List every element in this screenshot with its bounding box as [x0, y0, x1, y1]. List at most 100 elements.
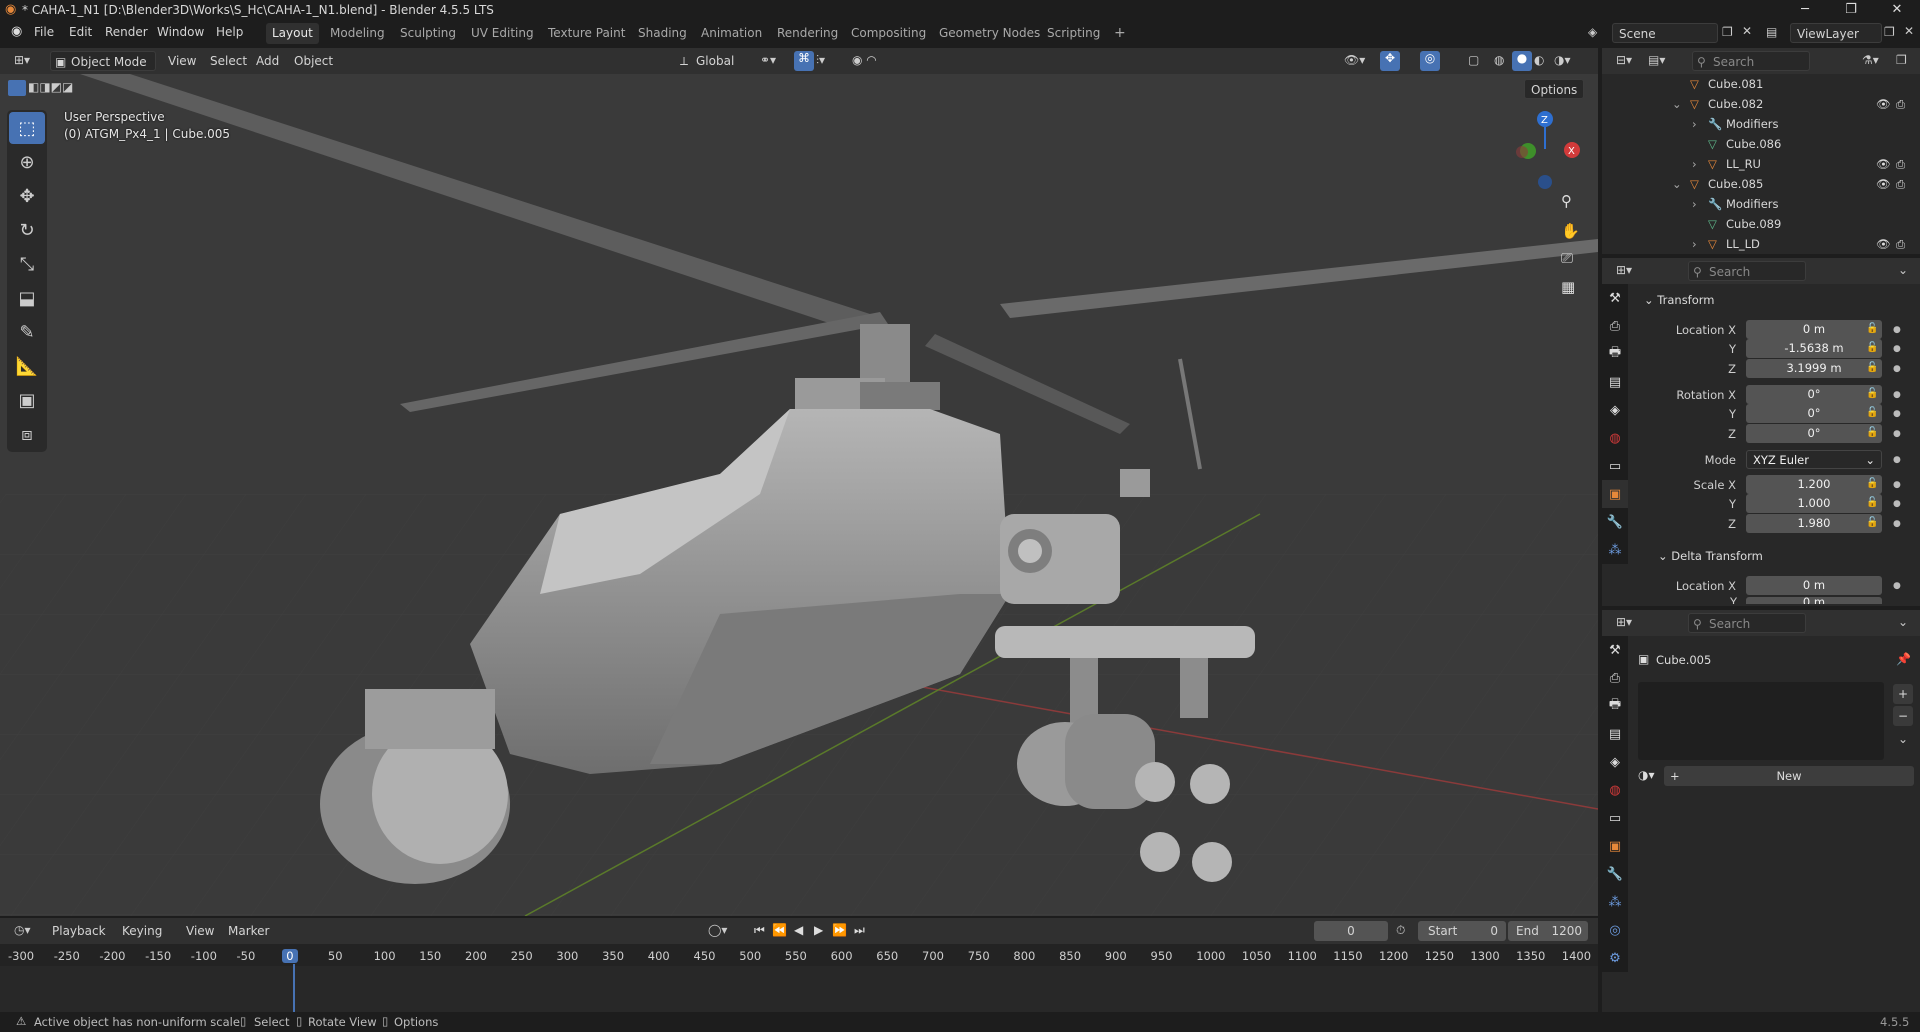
display-mode-icon[interactable]: ▤▾ — [1648, 53, 1665, 67]
view-layer-tab-icon[interactable]: ▤ — [1602, 368, 1628, 396]
scale-z-field[interactable]: 1.980 — [1746, 514, 1882, 533]
scene-new-icon[interactable]: ❐ — [1722, 25, 1733, 39]
scene-tab-icon[interactable]: ◈ — [1602, 748, 1628, 776]
scale-tool-icon[interactable]: ⤡ — [9, 248, 45, 280]
rotation-y-field[interactable]: 0° — [1746, 404, 1882, 423]
add-mesh-tool-icon[interactable]: ⧈ — [9, 418, 45, 450]
tool-tab-icon[interactable]: ⚒ — [1602, 636, 1628, 664]
visibility-eye-icon[interactable]: 👁 — [1876, 157, 1891, 171]
pin-icon[interactable]: 📌 — [1896, 652, 1911, 666]
current-frame-field[interactable]: 0 — [1314, 921, 1388, 941]
output-tab-icon[interactable]: 🖶 — [1602, 340, 1628, 368]
output-tab-icon[interactable]: 🖶 — [1602, 692, 1628, 720]
workspace-tab-layout[interactable]: Layout — [266, 23, 319, 44]
zoom-icon[interactable]: ⚲ — [1561, 192, 1572, 210]
expand-icon[interactable]: ⌄ — [1672, 177, 1682, 191]
keyframe-dot-icon[interactable]: ● — [1893, 499, 1901, 509]
view-layer-new-icon[interactable]: ❐ — [1884, 25, 1895, 39]
keyframe-dot-icon[interactable]: ● — [1893, 325, 1901, 335]
new-material-button[interactable]: + New — [1664, 766, 1914, 786]
shading-material-icon[interactable]: ◐ — [1534, 53, 1544, 67]
rotate-tool-icon[interactable]: ↻ — [9, 214, 45, 246]
timeline-area[interactable]: -300 -250 -200 -150 -100 -50 0 50 100 150 200 250 30… — [0, 944, 1598, 1012]
remove-slot-button[interactable]: − — [1893, 706, 1913, 726]
workspace-tab-shading[interactable]: Shading — [632, 23, 693, 44]
delta-location-x-field[interactable]: 0 m — [1746, 576, 1882, 595]
object-tab-icon[interactable]: ▣ — [1602, 480, 1628, 508]
particles-tab-icon[interactable]: ⁂ — [1602, 536, 1628, 564]
outliner-row[interactable]: ▽ Cube.089 — [1602, 214, 1920, 234]
scale-x-field[interactable]: 1.200 — [1746, 475, 1882, 494]
physics-tab-icon[interactable]: ◎ — [1602, 916, 1628, 944]
lock-icon[interactable]: 🔓 — [1866, 323, 1878, 334]
keyframe-dot-icon[interactable]: ● — [1893, 455, 1901, 465]
transform-orientation-dropdown[interactable]: ⟂ Global — [678, 51, 750, 71]
lock-icon[interactable]: 🔓 — [1866, 388, 1878, 399]
rotation-z-field[interactable]: 0° — [1746, 424, 1882, 443]
start-frame-field[interactable]: Start 0 — [1418, 921, 1506, 941]
outliner-row[interactable]: ⌄ ▽ Cube.085 👁 ⎙ — [1602, 174, 1920, 194]
lock-icon[interactable]: 🔓 — [1866, 517, 1878, 528]
filter-icon[interactable]: ⚗▾ — [1862, 53, 1879, 67]
workspace-tab-scripting[interactable]: Scripting — [1041, 23, 1106, 44]
world-tab-icon[interactable]: ◍ — [1602, 776, 1628, 804]
world-tab-icon[interactable]: ◍ — [1602, 424, 1628, 452]
menu-window[interactable]: Window — [157, 25, 204, 39]
viewport-menu-view[interactable]: View — [168, 51, 196, 71]
workspace-tab-rendering[interactable]: Rendering — [771, 23, 844, 44]
new-collection-icon[interactable]: ❐ — [1896, 53, 1907, 67]
rotation-x-field[interactable]: 0° — [1746, 385, 1882, 404]
xray-icon[interactable]: ▢ — [1468, 53, 1479, 67]
visibility-eye-icon[interactable]: 👁 — [1876, 97, 1891, 111]
visibility-eye-icon[interactable]: 👁 — [1876, 177, 1891, 191]
end-frame-field[interactable]: End 1200 — [1508, 921, 1588, 941]
outliner-row[interactable]: ⌄ ▽ Cube.082 👁 ⎙ — [1602, 94, 1920, 114]
add-slot-button[interactable]: + — [1893, 684, 1913, 704]
delta-transform-section-title[interactable]: ⌄ Delta Transform — [1658, 549, 1763, 563]
scene-tab-icon[interactable]: ◈ — [1602, 396, 1628, 424]
collection-tab-icon[interactable]: ▭ — [1602, 452, 1628, 480]
object-tab-icon[interactable]: ▣ — [1602, 832, 1628, 860]
render-camera-icon[interactable]: ⎙ — [1896, 237, 1905, 252]
keyframe-dot-icon[interactable]: ● — [1893, 364, 1901, 374]
view-layer-tab-icon[interactable]: ▤ — [1602, 720, 1628, 748]
outliner-row[interactable]: › 🔧 Modifiers — [1602, 194, 1920, 214]
add-cube-tool-icon[interactable]: ▣ — [9, 384, 45, 416]
maximize-button[interactable]: ❐ — [1828, 0, 1874, 20]
collection-tab-icon[interactable]: ▭ — [1602, 804, 1628, 832]
location-z-field[interactable]: 3.1999 m — [1746, 359, 1882, 378]
scene-remove-icon[interactable]: ✕ — [1742, 24, 1752, 38]
rotation-mode-dropdown[interactable]: XYZ Euler ⌄ — [1746, 450, 1882, 469]
cursor-tool-icon[interactable]: ⊕ — [9, 146, 45, 178]
select-extend-icon[interactable]: ◧◨◩◪ — [28, 80, 73, 94]
timeline-menu-playback[interactable]: Playback — [52, 921, 106, 941]
play-icon[interactable]: ▶ — [814, 923, 823, 937]
render-tab-icon[interactable]: ⎙ — [1602, 664, 1628, 692]
ortho-grid-icon[interactable]: ▦ — [1561, 278, 1575, 296]
properties-editor-icon[interactable]: ⊞▾ — [1616, 615, 1632, 629]
lock-icon[interactable]: 🔓 — [1866, 407, 1878, 418]
workspace-tab-modeling[interactable]: Modeling — [324, 23, 391, 44]
timeline-menu-keying[interactable]: Keying — [122, 921, 162, 941]
transform-tool-icon[interactable]: ⬓ — [9, 282, 45, 314]
editor-type-icon[interactable]: ⊞▾ — [14, 53, 30, 67]
slot-menu-chevron-icon[interactable]: ⌄ — [1898, 732, 1908, 746]
annotate-tool-icon[interactable]: ✎ — [9, 316, 45, 348]
modifier-tab-icon[interactable]: 🔧 — [1602, 508, 1628, 536]
play-reverse-icon[interactable]: ◀ — [794, 923, 803, 937]
timeline-menu-view[interactable]: View — [186, 921, 214, 941]
material-slot-list[interactable] — [1638, 682, 1884, 760]
blender-menu-icon[interactable]: ◉ — [11, 24, 22, 39]
properties-search[interactable]: ⚲ Search — [1688, 261, 1806, 281]
jump-end-icon[interactable]: ⏭ — [854, 923, 865, 938]
render-camera-icon[interactable]: ⎙ — [1896, 157, 1905, 172]
workspace-tab-animation[interactable]: Animation — [695, 23, 768, 44]
prev-keyframe-icon[interactable]: ⏪ — [772, 923, 787, 937]
jump-start-icon[interactable]: ⏮ — [754, 923, 765, 938]
expand-icon[interactable]: › — [1692, 117, 1697, 131]
delta-location-y-field[interactable]: 0 m — [1746, 597, 1882, 604]
view-layer-remove-icon[interactable]: ✕ — [1904, 24, 1914, 38]
shading-rendered-icon[interactable]: ◑▾ — [1554, 53, 1571, 67]
keyframe-dot-icon[interactable]: ● — [1893, 581, 1901, 591]
material-browse-icon[interactable]: ◑▾ — [1638, 768, 1655, 782]
